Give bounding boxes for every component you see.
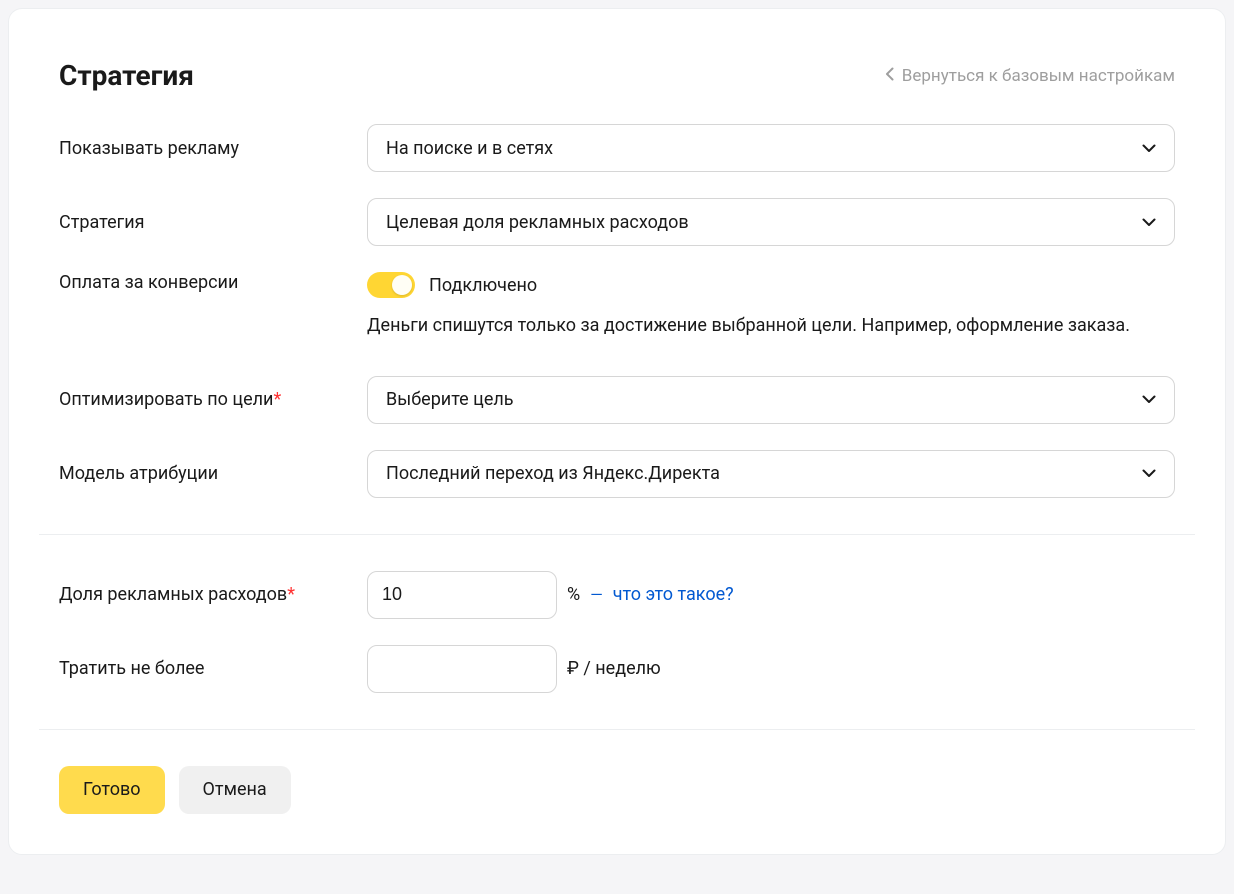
toggle-pay-conversions[interactable] — [367, 272, 415, 298]
divider — [39, 729, 1195, 730]
required-asterisk: * — [273, 389, 281, 410]
row-optimize-goal: Оптимизировать по цели* Выберите цель — [59, 376, 1175, 424]
input-spend-limit[interactable] — [367, 645, 557, 693]
select-attribution-value: Последний переход из Яндекс.Директа — [386, 463, 720, 484]
label-attribution: Модель атрибуции — [59, 463, 367, 484]
select-show-ads-value: На поиске и в сетях — [386, 138, 553, 159]
required-asterisk: * — [287, 584, 295, 605]
ad-share-suffix: % — [567, 584, 580, 605]
chevron-left-icon — [885, 66, 894, 86]
card-header: Стратегия Вернуться к базовым настройкам — [59, 59, 1175, 92]
input-ad-share[interactable] — [367, 571, 557, 619]
help-link-ad-share[interactable]: что это такое? — [613, 584, 734, 605]
label-show-ads: Показывать рекламу — [59, 138, 367, 159]
select-strategy[interactable]: Целевая доля рекламных расходов — [367, 198, 1175, 246]
row-show-ads: Показывать рекламу На поиске и в сетях — [59, 124, 1175, 172]
label-ad-share: Доля рекламных расходов* — [59, 584, 367, 605]
chevron-down-icon — [1142, 218, 1156, 227]
select-attribution[interactable]: Последний переход из Яндекс.Директа — [367, 450, 1175, 498]
label-spend-limit: Тратить не более — [59, 658, 367, 679]
chevron-down-icon — [1142, 144, 1156, 153]
select-show-ads[interactable]: На поиске и в сетях — [367, 124, 1175, 172]
label-pay-conversions: Оплата за конверсии — [59, 272, 367, 293]
chevron-down-icon — [1142, 395, 1156, 404]
cancel-button[interactable]: Отмена — [179, 766, 291, 814]
chevron-down-icon — [1142, 469, 1156, 478]
spend-limit-suffix: ₽ / неделю — [567, 658, 661, 679]
page-title: Стратегия — [59, 59, 194, 92]
back-link[interactable]: Вернуться к базовым настройкам — [885, 66, 1175, 86]
strategy-card: Стратегия Вернуться к базовым настройкам… — [8, 8, 1226, 855]
toggle-pay-conversions-label: Подключено — [429, 275, 537, 296]
divider — [39, 534, 1195, 535]
label-strategy: Стратегия — [59, 212, 367, 233]
row-pay-conversions: Оплата за конверсии Подключено Деньги сп… — [59, 272, 1175, 340]
select-optimize-goal[interactable]: Выберите цель — [367, 376, 1175, 424]
row-spend-limit: Тратить не более ₽ / неделю — [59, 645, 1175, 693]
label-optimize-goal-text: Оптимизировать по цели — [59, 389, 273, 410]
select-strategy-value: Целевая доля рекламных расходов — [386, 212, 689, 233]
pay-conversions-description: Деньги спишутся только за достижение выб… — [367, 312, 1175, 340]
label-ad-share-text: Доля рекламных расходов — [59, 584, 287, 605]
row-attribution: Модель атрибуции Последний переход из Ян… — [59, 450, 1175, 498]
submit-button[interactable]: Готово — [59, 766, 165, 814]
label-optimize-goal: Оптимизировать по цели* — [59, 389, 367, 410]
help-dash: — — [590, 585, 603, 604]
toggle-knob — [392, 275, 412, 295]
row-strategy: Стратегия Целевая доля рекламных расходо… — [59, 198, 1175, 246]
row-ad-share: Доля рекламных расходов* % — что это так… — [59, 571, 1175, 619]
back-link-text: Вернуться к базовым настройкам — [902, 66, 1175, 86]
footer-buttons: Готово Отмена — [59, 766, 1175, 814]
select-optimize-goal-value: Выберите цель — [386, 389, 514, 410]
